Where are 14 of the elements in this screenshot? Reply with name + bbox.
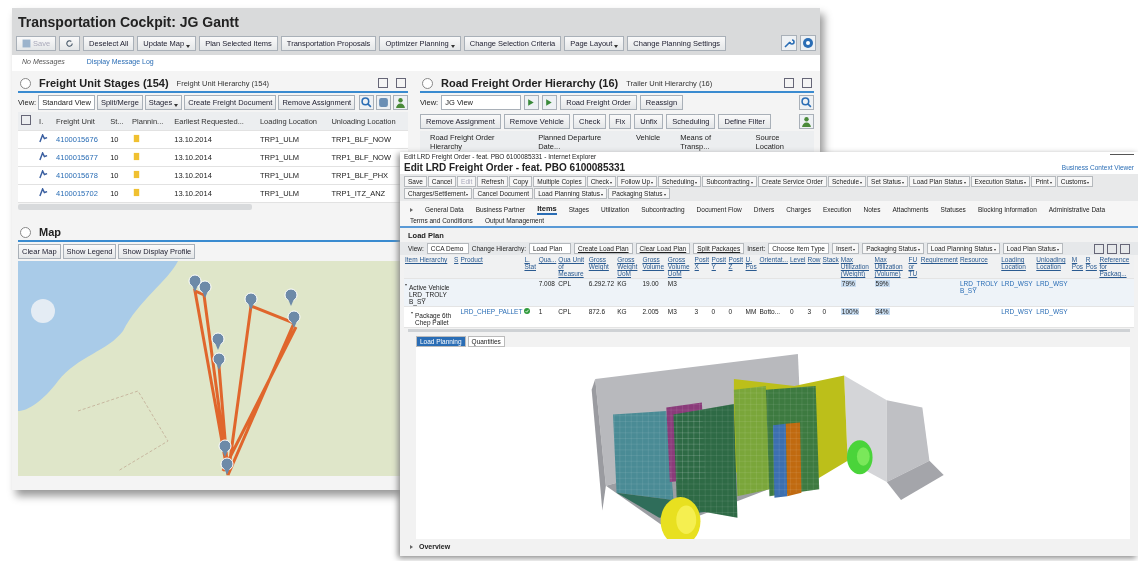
wrench-icon[interactable] [781, 35, 797, 51]
panel-title: Road Freight Order Hierarchy (16) [441, 77, 619, 89]
expand-icon[interactable] [410, 207, 413, 212]
window-title: Edit LRD Freight Order - feat. PBO 6100085331 [404, 162, 626, 173]
scrollbar[interactable] [18, 204, 252, 210]
collapse-icon[interactable] [422, 77, 433, 89]
collapse-icon[interactable] [20, 226, 31, 238]
map-drawing[interactable] [18, 261, 403, 476]
collapse-icon[interactable] [20, 77, 31, 89]
window-title: Transportation Cockpit: JG Gantt [12, 8, 820, 33]
panel-title: Map [39, 226, 61, 238]
panel-title: Freight Unit Stages (154) [39, 77, 169, 89]
refresh-button[interactable] [59, 35, 81, 51]
expand-icon[interactable] [410, 544, 413, 549]
